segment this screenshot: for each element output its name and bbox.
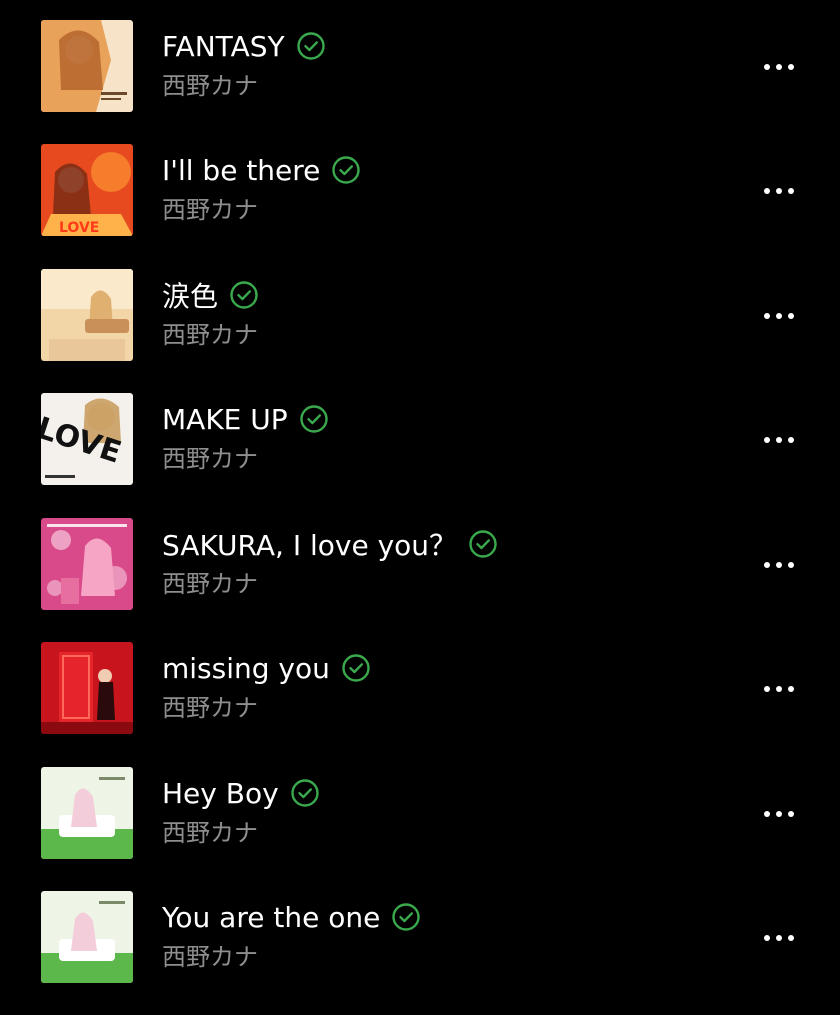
title-line: 涙色 (162, 276, 259, 314)
more-options-button[interactable] (754, 423, 804, 457)
more-options-icon (764, 437, 770, 443)
song-title: MAKE UP (162, 402, 288, 436)
more-options-icon (776, 437, 782, 443)
more-options-icon (788, 437, 794, 443)
album-art (41, 767, 133, 859)
downloaded-check-icon (299, 404, 329, 434)
more-options-button[interactable] (754, 50, 804, 84)
more-options-icon (776, 64, 782, 70)
title-line: missing you (162, 649, 371, 687)
song-artist: 西野カナ (162, 321, 258, 349)
album-art: LOVE (41, 144, 133, 236)
downloaded-check-icon (341, 653, 371, 683)
song-row[interactable]: 涙色 西野カナ (0, 249, 840, 373)
more-options-icon (788, 686, 794, 692)
more-options-button[interactable] (754, 174, 804, 208)
more-options-icon (764, 313, 770, 319)
more-options-icon (764, 811, 770, 817)
more-options-button[interactable] (754, 299, 804, 333)
song-title: I'll be there (162, 153, 321, 187)
more-options-icon (776, 562, 782, 568)
downloaded-check-icon (331, 155, 361, 185)
more-options-button[interactable] (754, 921, 804, 955)
more-options-icon (788, 562, 794, 568)
song-title: FANTASY (162, 29, 285, 63)
downloaded-check-icon (391, 902, 421, 932)
song-title: missing you (162, 651, 330, 685)
song-title: Hey Boy (162, 776, 279, 810)
more-options-button[interactable] (754, 548, 804, 582)
song-row[interactable]: SAKURA, I love you？ 西野カナ (0, 498, 840, 622)
song-artist: 西野カナ (162, 196, 258, 224)
song-row[interactable]: LOVE MAKE UP 西野カナ (0, 373, 840, 497)
title-line: Hey Boy (162, 774, 320, 812)
more-options-icon (776, 188, 782, 194)
album-art (41, 269, 133, 361)
downloaded-check-icon (468, 529, 498, 559)
song-title: SAKURA, I love you？ (162, 529, 458, 562)
more-options-button[interactable] (754, 672, 804, 706)
svg-text:LOVE: LOVE (59, 220, 99, 236)
more-options-icon (776, 313, 782, 319)
more-options-icon (764, 562, 770, 568)
more-options-icon (764, 935, 770, 941)
album-art (41, 642, 133, 734)
album-art (41, 891, 133, 983)
song-artist: 西野カナ (162, 570, 258, 598)
song-row[interactable]: FANTASY 西野カナ (0, 0, 840, 124)
more-options-icon (788, 811, 794, 817)
song-list: FANTASY 西野カナ LOVE I'll be there 西野カナ 涙色 (0, 0, 840, 1015)
more-options-icon (764, 188, 770, 194)
title-line: I'll be there (162, 151, 361, 189)
more-options-button[interactable] (754, 797, 804, 831)
more-options-icon (776, 686, 782, 692)
downloaded-check-icon (290, 778, 320, 808)
more-options-icon (776, 811, 782, 817)
song-artist: 西野カナ (162, 943, 258, 971)
more-options-icon (764, 64, 770, 70)
downloaded-check-icon (296, 31, 326, 61)
song-title: 涙色 (162, 280, 219, 313)
song-title: You are the one (162, 900, 381, 934)
more-options-icon (788, 313, 794, 319)
more-options-icon (788, 64, 794, 70)
song-artist: 西野カナ (162, 819, 258, 847)
song-row[interactable]: You are the one 西野カナ (0, 871, 840, 995)
song-row[interactable]: LOVE I'll be there 西野カナ (0, 124, 840, 248)
title-line: You are the one (162, 898, 421, 936)
song-artist: 西野カナ (162, 694, 258, 722)
song-artist: 西野カナ (162, 72, 258, 100)
title-line: SAKURA, I love you？ (162, 525, 498, 563)
downloaded-check-icon (229, 280, 259, 310)
title-line: MAKE UP (162, 400, 329, 438)
more-options-icon (776, 935, 782, 941)
song-row[interactable]: missing you 西野カナ (0, 622, 840, 746)
song-artist: 西野カナ (162, 445, 258, 473)
album-art: LOVE (41, 393, 133, 485)
more-options-icon (788, 188, 794, 194)
more-options-icon (788, 935, 794, 941)
more-options-icon (764, 686, 770, 692)
album-art (41, 20, 133, 112)
title-line: FANTASY (162, 27, 326, 65)
song-row[interactable]: Hey Boy 西野カナ (0, 747, 840, 871)
album-art (41, 518, 133, 610)
